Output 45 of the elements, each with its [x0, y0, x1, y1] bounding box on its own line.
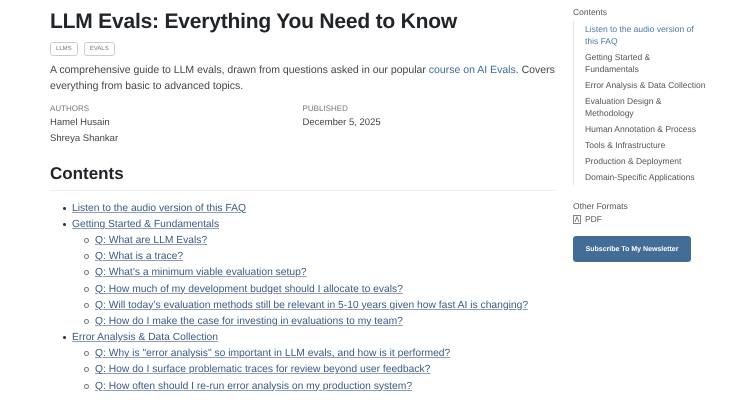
document-icon [573, 214, 581, 224]
question-link[interactable]: Q: How often should I re-run error analysis on my production system? [95, 380, 412, 392]
question-link[interactable]: Q: Will today’s evaluation methods still be relevant in 5-10 years given how fast AI is changing? [95, 300, 528, 311]
bullet-icon [63, 206, 66, 210]
sidebar-heading: Contents [573, 6, 608, 19]
contents-link[interactable]: Getting Started & Fundamentals [72, 218, 220, 230]
bullet-icon [84, 286, 89, 292]
bullet-icon [84, 254, 89, 260]
question-link[interactable]: Q: What are LLM Evals? [95, 234, 208, 246]
contents-heading: Contents [50, 163, 555, 191]
bullet-icon [84, 384, 89, 389]
bullet-icon [84, 238, 89, 243]
bullet-icon [84, 270, 89, 276]
contents-link[interactable]: Listen to the audio version of this FAQ [72, 202, 246, 214]
author-name: Shreya Shankar [50, 132, 120, 146]
other-formats-label: Other Formats [573, 200, 629, 213]
description: A comprehensive guide to LLM evals, drawn from questions asked in our popular course on AI Evals. Covers everything from basic to advanced topics. [50, 63, 555, 94]
contents-link[interactable]: Error Analysis & Data Collection [72, 332, 218, 344]
question-link[interactable]: Q: What’s a minimum viable evaluation setup? [95, 267, 307, 278]
question-link[interactable]: Q: How do I make the case for investing in evaluations to my team? [95, 316, 403, 327]
pdf-link[interactable]: PDF [585, 214, 602, 224]
bullet-icon [84, 318, 89, 324]
author-name: Hamel Husain [50, 116, 111, 130]
bullet-icon [63, 222, 66, 226]
sidebar-item[interactable]: Evaluation Design & Methodology [574, 93, 706, 121]
bullet-icon [63, 336, 66, 340]
question-link[interactable]: Q: How much of my development budget should I allocate to evals? [95, 284, 403, 295]
question-link[interactable]: Q: Why is "error analysis" so important in LLM evals, and how is it performed? [95, 348, 450, 360]
sidebar-item[interactable]: Human Annotation & Process [574, 121, 706, 137]
published-label: PUBLISHED [302, 103, 349, 115]
sidebar-item[interactable]: Error Analysis & Data Collection [574, 77, 706, 93]
published-date: December 5, 2025 [302, 116, 382, 130]
question-link[interactable]: Q: What is a trace? [95, 251, 184, 262]
authors-label: AUTHORS [50, 103, 90, 115]
sidebar-item[interactable]: Getting Started & Fundamentals [574, 49, 706, 77]
sidebar-item[interactable]: Domain-Specific Applications [574, 169, 706, 185]
sidebar-item[interactable]: Tools & Infrastructure [574, 137, 706, 153]
bullet-icon [84, 302, 89, 308]
question-link[interactable]: Q: How do I surface problematic traces for review beyond user feedback? [95, 364, 430, 376]
bullet-icon [84, 367, 89, 372]
sidebar-item[interactable]: Listen to the audio version of this FAQ [574, 21, 706, 49]
bullet-icon [84, 351, 89, 356]
course-link[interactable]: course on AI Evals [428, 64, 516, 76]
article-title: LLM Evals: Everything You Need to Know [50, 9, 458, 35]
sidebar-item[interactable]: Production & Deployment [574, 153, 706, 169]
